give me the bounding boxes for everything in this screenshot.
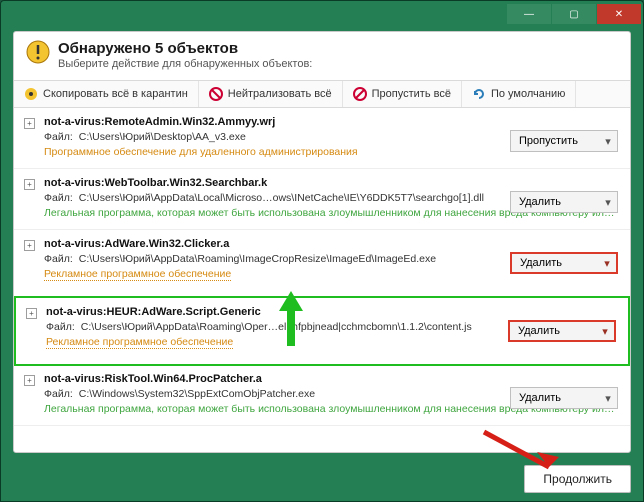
path-label: Файл: — [44, 388, 73, 400]
dialog-title: Обнаружено 5 объектов — [58, 40, 312, 57]
threat-name: not-a-virus:RiskTool.Win64.ProcPatcher.a — [44, 373, 618, 385]
chevron-down-icon: ▾ — [599, 131, 617, 151]
neutralize-icon — [209, 87, 223, 101]
action-dropdown[interactable]: Пропустить▾ — [510, 130, 618, 152]
dialog-subtitle: Выберите действие для обнаруженных объек… — [58, 58, 312, 70]
path-label: Файл: — [44, 192, 73, 204]
toolbar-label: Пропустить всё — [372, 88, 451, 100]
action-label: Удалить — [511, 196, 599, 208]
action-dropdown[interactable]: Удалить▾ — [510, 252, 618, 274]
default-button[interactable]: По умолчанию — [462, 81, 576, 107]
threat-item: + not-a-virus:HEUR:AdWare.Script.Generic Ф… — [14, 296, 630, 366]
threat-item: + not-a-virus:AdWare.Win32.Clicker.a Файл:… — [14, 230, 630, 297]
expand-toggle[interactable]: + — [24, 240, 35, 251]
quarantine-all-button[interactable]: Скопировать всё в карантин — [14, 81, 199, 107]
dialog-header: Обнаружено 5 объектов Выберите действие … — [14, 32, 630, 80]
chevron-down-icon: ▾ — [596, 322, 614, 340]
action-dropdown[interactable]: Удалить▾ — [510, 191, 618, 213]
expand-toggle[interactable]: + — [24, 375, 35, 386]
threat-list: + not-a-virus:RemoteAdmin.Win32.Ammyy.wrj… — [14, 108, 630, 426]
skip-all-button[interactable]: Пропустить всё — [343, 81, 462, 107]
action-label: Удалить — [510, 325, 596, 337]
action-label: Удалить — [511, 392, 599, 404]
dialog-window: — ▢ ✕ Обнаружено 5 объектов Выберите дей… — [0, 0, 644, 502]
expand-toggle[interactable]: + — [24, 118, 35, 129]
warning-icon — [26, 40, 50, 64]
expand-toggle[interactable]: + — [26, 308, 37, 319]
biohazard-icon — [24, 87, 38, 101]
action-label: Удалить — [512, 257, 598, 269]
threat-name: not-a-virus:HEUR:AdWare.Script.Generic — [46, 306, 616, 318]
toolbar-label: По умолчанию — [491, 88, 565, 100]
minimize-button[interactable]: — — [507, 4, 551, 24]
path-label: Файл: — [44, 131, 73, 143]
chevron-down-icon: ▾ — [599, 192, 617, 212]
action-dropdown[interactable]: Удалить▾ — [508, 320, 616, 342]
threat-item: + not-a-virus:RemoteAdmin.Win32.Ammyy.wrj… — [14, 108, 630, 169]
skip-icon — [353, 87, 367, 101]
threat-info[interactable]: Рекламное программное обеспечение — [46, 336, 233, 349]
path-label: Файл: — [46, 321, 75, 333]
threat-name: not-a-virus:AdWare.Win32.Clicker.a — [44, 238, 618, 250]
threat-item: + not-a-virus:WebToolbar.Win32.Searchbar.… — [14, 169, 630, 230]
refresh-icon — [472, 87, 486, 101]
content-panel: Обнаружено 5 объектов Выберите действие … — [13, 31, 631, 453]
close-button[interactable]: ✕ — [597, 4, 641, 24]
action-dropdown[interactable]: Удалить▾ — [510, 387, 618, 409]
threat-info[interactable]: Рекламное программное обеспечение — [44, 268, 231, 281]
threat-name: not-a-virus:WebToolbar.Win32.Searchbar.k — [44, 177, 618, 189]
chevron-down-icon: ▾ — [598, 254, 616, 272]
expand-toggle[interactable]: + — [24, 179, 35, 190]
path-label: Файл: — [44, 253, 73, 265]
threat-name: not-a-virus:RemoteAdmin.Win32.Ammyy.wrj — [44, 116, 618, 128]
continue-button[interactable]: Продолжить — [524, 465, 631, 493]
toolbar-label: Нейтрализовать всё — [228, 88, 332, 100]
action-label: Пропустить — [511, 135, 599, 147]
toolbar-label: Скопировать всё в карантин — [43, 88, 188, 100]
neutralize-all-button[interactable]: Нейтрализовать всё — [199, 81, 343, 107]
chevron-down-icon: ▾ — [599, 388, 617, 408]
dialog-footer: Продолжить — [13, 465, 631, 493]
action-toolbar: Скопировать всё в карантин Нейтрализоват… — [14, 80, 630, 108]
threat-item: + not-a-virus:RiskTool.Win64.ProcPatcher.… — [14, 365, 630, 426]
maximize-button[interactable]: ▢ — [552, 4, 596, 24]
titlebar: — ▢ ✕ — [1, 1, 643, 27]
